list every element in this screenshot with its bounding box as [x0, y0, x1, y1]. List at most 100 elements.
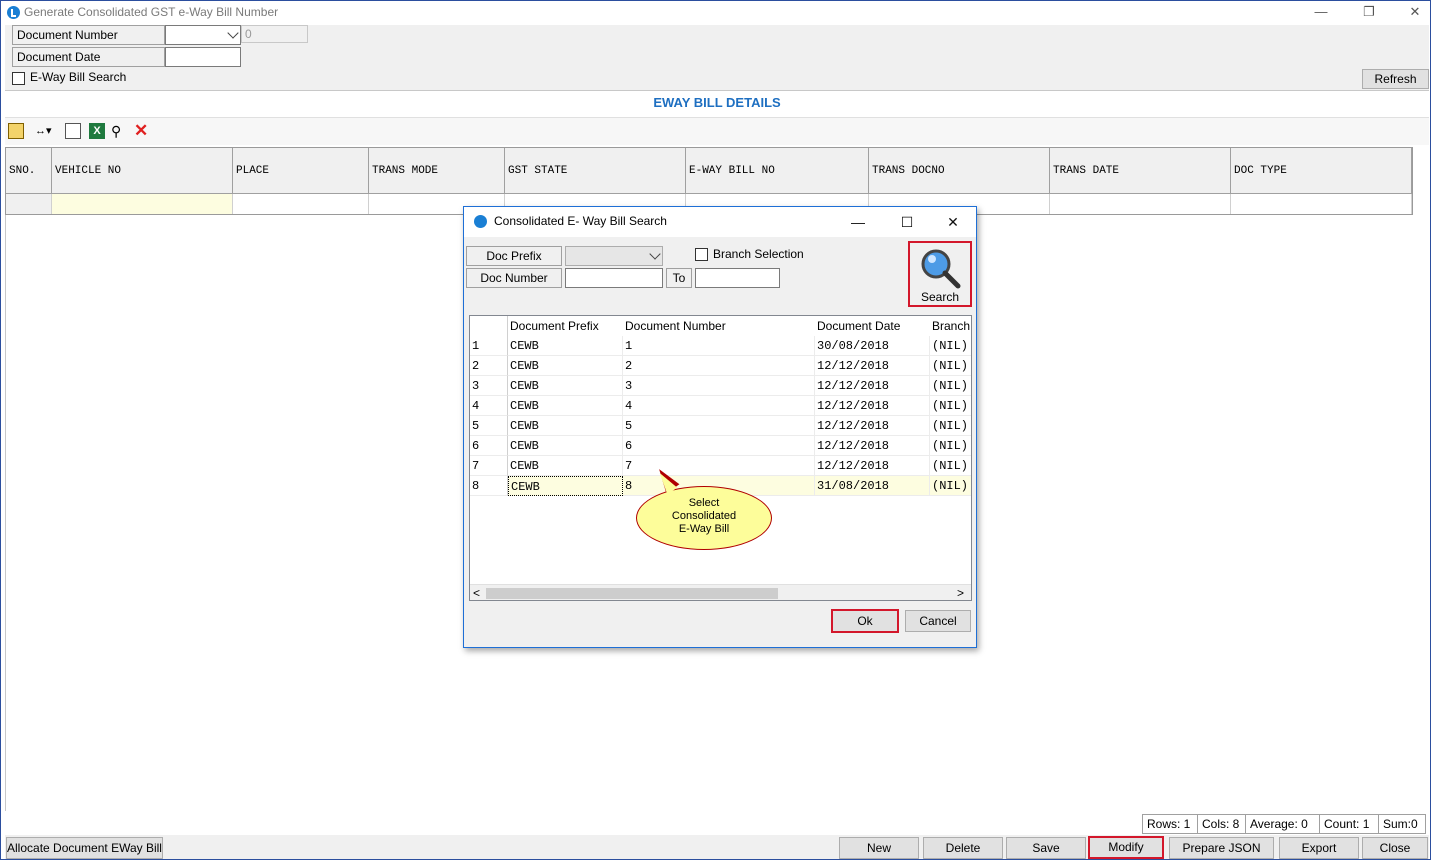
- cell-branch: (NIL): [930, 476, 971, 496]
- cell-date: 12/12/2018: [815, 416, 930, 436]
- doc-number-from-input[interactable]: [565, 268, 663, 288]
- table-row[interactable]: 4 CEWB 4 12/12/2018 (NIL): [470, 396, 971, 416]
- row-number: 3: [470, 376, 508, 396]
- ok-button[interactable]: Ok: [831, 609, 899, 633]
- callout-line: E-Way Bill: [678, 523, 730, 535]
- status-average: Average: 0: [1245, 814, 1320, 834]
- table-row[interactable]: 5 CEWB 5 12/12/2018 (NIL): [470, 416, 971, 436]
- cell-branch: (NIL): [930, 436, 971, 456]
- delete-icon[interactable]: ✕: [134, 122, 150, 139]
- dialog-close-button[interactable]: ✕: [941, 212, 965, 232]
- column-header[interactable]: TRANS MODE: [369, 148, 505, 194]
- column-header-document-date[interactable]: Document Date: [815, 316, 930, 336]
- save-button[interactable]: Save: [1006, 837, 1086, 859]
- doc-number-to-input[interactable]: [695, 268, 780, 288]
- find-icon[interactable]: ⚲: [111, 123, 127, 139]
- cancel-button[interactable]: Cancel: [905, 610, 971, 632]
- refresh-button[interactable]: Refresh: [1362, 69, 1429, 89]
- horizontal-scrollbar[interactable]: < >: [470, 584, 971, 600]
- export-button[interactable]: Export: [1279, 837, 1359, 859]
- close-window-button[interactable]: ✕: [1403, 3, 1427, 21]
- grid-cell[interactable]: [1050, 194, 1231, 214]
- doc-number-value: 0: [241, 25, 308, 43]
- grid-cell[interactable]: [1231, 194, 1412, 214]
- excel-icon[interactable]: X: [89, 123, 105, 139]
- layout-icon[interactable]: [8, 123, 24, 139]
- column-header-branch[interactable]: Branch: [930, 316, 971, 336]
- search-icon: [921, 249, 961, 289]
- search-button[interactable]: Search: [908, 241, 972, 307]
- scroll-right-button[interactable]: >: [957, 585, 969, 600]
- column-header-document-number[interactable]: Document Number: [623, 316, 815, 336]
- scrollbar-thumb[interactable]: [486, 588, 778, 599]
- allocate-document-eway-bill-button[interactable]: Allocate Document EWay Bill: [6, 837, 163, 859]
- eway-bill-grid: SNO. VEHICLE NO PLACE TRANS MODE GST STA…: [5, 147, 1413, 215]
- column-header[interactable]: SNO.: [6, 148, 52, 194]
- column-header[interactable]: PLACE: [233, 148, 369, 194]
- divider: [5, 215, 6, 811]
- doc-number-label: Document Number: [12, 25, 165, 45]
- row-number: 2: [470, 356, 508, 376]
- table-row[interactable]: 3 CEWB 3 12/12/2018 (NIL): [470, 376, 971, 396]
- prepare-json-button[interactable]: Prepare JSON: [1169, 837, 1274, 859]
- to-label: To: [666, 268, 692, 288]
- branch-selection-checkbox[interactable]: [695, 248, 708, 261]
- grid-cell[interactable]: [52, 194, 233, 214]
- doc-number-label: Doc Number: [466, 268, 562, 288]
- doc-prefix-combo[interactable]: [565, 246, 663, 266]
- cell-prefix: CEWB: [508, 336, 623, 356]
- grid-cell[interactable]: [233, 194, 369, 214]
- column-header[interactable]: DOC TYPE: [1231, 148, 1412, 194]
- dialog-maximize-button[interactable]: ☐: [895, 212, 919, 232]
- cell-prefix: CEWB: [508, 476, 623, 496]
- consolidated-eway-bill-search-dialog: Consolidated E- Way Bill Search — ☐ ✕ Do…: [463, 206, 977, 648]
- cell-date: 12/12/2018: [815, 456, 930, 476]
- close-button[interactable]: Close: [1362, 837, 1428, 859]
- section-title: EWAY BILL DETAILS: [653, 95, 781, 110]
- cell-number: 4: [623, 396, 815, 416]
- cell-number: 6: [623, 436, 815, 456]
- bottom-button-bar: Allocate Document EWay Bill New Delete S…: [5, 835, 1429, 859]
- scroll-left-button[interactable]: <: [473, 585, 485, 600]
- column-resize-icon[interactable]: ↔▾: [35, 123, 59, 139]
- doc-number-combo[interactable]: [165, 25, 241, 45]
- cell-date: 12/12/2018: [815, 396, 930, 416]
- row-number: 4: [470, 396, 508, 416]
- cell-branch: (NIL): [930, 396, 971, 416]
- cell-date: 12/12/2018: [815, 376, 930, 396]
- column-header-document-prefix[interactable]: Document Prefix: [508, 316, 623, 336]
- results-body: 1 CEWB 1 30/08/2018 (NIL) 2 CEWB 2 12/12…: [470, 336, 971, 496]
- chevron-down-icon: [649, 248, 661, 260]
- table-row[interactable]: 6 CEWB 6 12/12/2018 (NIL): [470, 436, 971, 456]
- cell-prefix: CEWB: [508, 356, 623, 376]
- title-bar: Generate Consolidated GST e-Way Bill Num…: [1, 1, 1430, 25]
- row-number: 5: [470, 416, 508, 436]
- column-header[interactable]: E-WAY BILL NO: [686, 148, 869, 194]
- column-header[interactable]: VEHICLE NO: [52, 148, 233, 194]
- dialog-minimize-button[interactable]: —: [846, 212, 870, 232]
- table-row[interactable]: 1 CEWB 1 30/08/2018 (NIL): [470, 336, 971, 356]
- column-header[interactable]: TRANS DOCNO: [869, 148, 1050, 194]
- modify-button[interactable]: Modify: [1088, 836, 1164, 859]
- copy-icon[interactable]: [65, 123, 81, 139]
- app-logo-icon: [474, 215, 487, 228]
- grid-cell[interactable]: [6, 194, 52, 214]
- header-panel: Document Number 0 Document Date E-Way Bi…: [5, 25, 1429, 91]
- delete-button[interactable]: Delete: [923, 837, 1003, 859]
- table-row[interactable]: 7 CEWB 7 12/12/2018 (NIL): [470, 456, 971, 476]
- minimize-button[interactable]: —: [1309, 3, 1333, 21]
- cell-branch: (NIL): [930, 416, 971, 436]
- eway-bill-search-checkbox[interactable]: [12, 72, 25, 85]
- restore-button[interactable]: ❐: [1357, 3, 1381, 21]
- doc-prefix-label: Doc Prefix: [466, 246, 562, 266]
- new-button[interactable]: New: [839, 837, 919, 859]
- column-header[interactable]: TRANS DATE: [1050, 148, 1231, 194]
- dialog-title-bar: Consolidated E- Way Bill Search — ☐ ✕: [464, 207, 976, 237]
- grid-toolbar: ↔▾ X ⚲ ✕: [5, 117, 1429, 145]
- cell-prefix: CEWB: [508, 436, 623, 456]
- column-header[interactable]: GST STATE: [505, 148, 686, 194]
- table-row[interactable]: 2 CEWB 2 12/12/2018 (NIL): [470, 356, 971, 376]
- row-number-header: [470, 316, 508, 336]
- eway-bill-search-label: E-Way Bill Search: [30, 70, 127, 84]
- doc-date-input[interactable]: [165, 47, 241, 67]
